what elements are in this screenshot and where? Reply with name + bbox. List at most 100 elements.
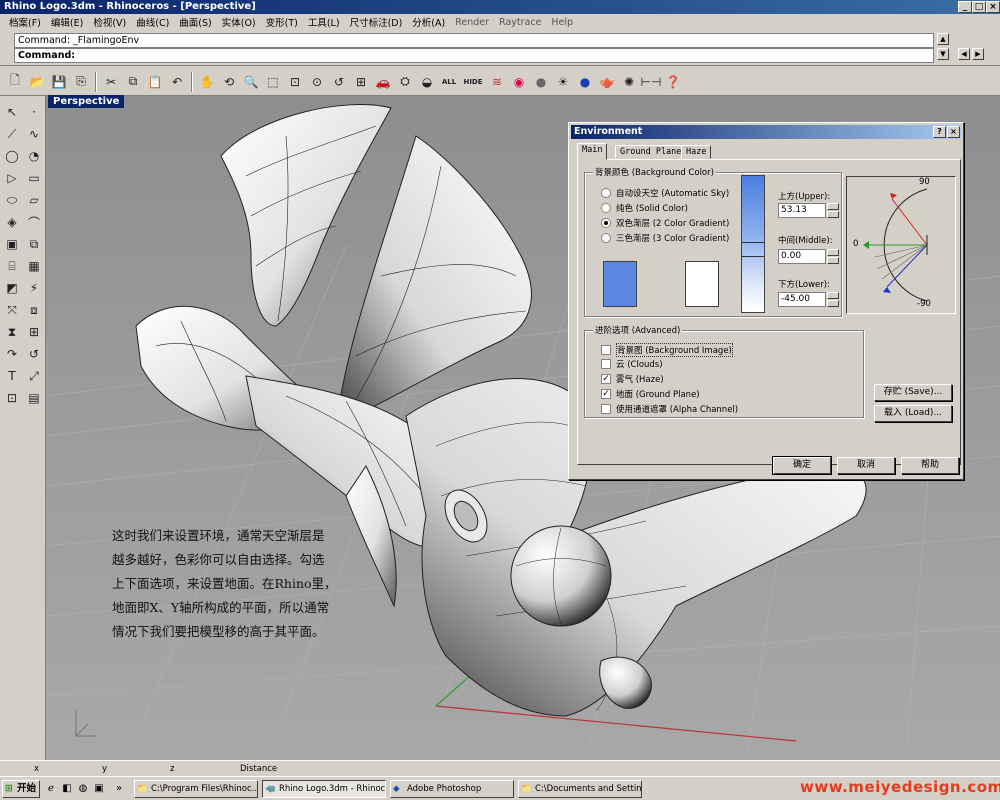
undo-view-icon[interactable]: ↺ (329, 72, 349, 92)
arc-icon[interactable]: ◔ (24, 146, 44, 166)
ie-quicklaunch-icon[interactable]: ℯ (44, 782, 58, 796)
check-clouds[interactable]: 云 (Clouds) (601, 358, 663, 370)
checkbox[interactable]: ✓ (601, 389, 611, 399)
bottom-color-swatch[interactable] (685, 261, 719, 307)
circle-icon[interactable]: ◯ (2, 146, 22, 166)
desktop-quicklaunch-icon[interactable]: ◧ (60, 782, 74, 796)
render-preview-icon[interactable]: ⛭ (395, 72, 415, 92)
menu-edit[interactable]: 编辑(E) (46, 15, 88, 29)
zoom-icon[interactable]: 🔍 (241, 72, 261, 92)
copy-object-icon[interactable]: ⧈ (24, 300, 44, 320)
boolean-icon[interactable]: ⧉ (24, 234, 44, 254)
rectangle-icon[interactable]: ▭ (24, 168, 44, 188)
help-button[interactable]: 帮助 (901, 457, 959, 474)
task-documents[interactable]: 📁 C:\Documents and Settin... (518, 780, 642, 798)
menu-tools[interactable]: 工具(L) (303, 15, 345, 29)
checkbox[interactable] (601, 404, 611, 414)
triangle-icon[interactable]: ▷ (2, 168, 22, 188)
menu-transform[interactable]: 变形(T) (261, 15, 303, 29)
lightning-icon[interactable]: ⚡ (24, 278, 44, 298)
lower-spin-down-icon[interactable] (827, 300, 839, 307)
undo-icon[interactable]: ↶ (167, 72, 187, 92)
fillet-icon[interactable]: ↺ (24, 344, 44, 364)
check-ground-plane[interactable]: ✓ 地面 (Ground Plane) (601, 388, 700, 400)
text-icon[interactable]: T (2, 366, 22, 386)
checkbox[interactable]: ✓ (601, 374, 611, 384)
dimension-icon[interactable]: ⊢⊣ (641, 72, 662, 92)
curve-icon[interactable]: ∿ (24, 124, 44, 144)
car-render-icon[interactable]: 🚗 (373, 72, 393, 92)
material-sphere-icon[interactable]: ● (575, 72, 595, 92)
checkbox[interactable] (601, 359, 611, 369)
cut-icon[interactable]: ✂ (101, 72, 121, 92)
mirror-icon[interactable]: ⧗ (2, 322, 22, 342)
menu-file[interactable]: 档案(F) (4, 15, 46, 29)
paste-icon[interactable]: 📋 (145, 72, 165, 92)
rect-surface-icon[interactable]: ▱ (24, 190, 44, 210)
menu-render[interactable]: Render (450, 17, 494, 28)
menu-dimension[interactable]: 尺寸标注(D) (345, 15, 408, 29)
top-color-swatch[interactable] (603, 261, 637, 307)
tab-ground-plane[interactable]: Ground Plane (615, 145, 687, 159)
upper-angle-input[interactable]: 53.13 (778, 203, 826, 218)
command-input[interactable]: Command: (14, 48, 934, 63)
load-button[interactable]: 载入 (Load)... (874, 405, 952, 422)
middle-spin-up-icon[interactable] (827, 249, 839, 256)
task-photoshop[interactable]: ◆ Adobe Photoshop (390, 780, 514, 798)
tab-main[interactable]: Main (577, 143, 608, 160)
light-icon[interactable]: ☀ (553, 72, 573, 92)
task-rhino[interactable]: 🦏 Rhino Logo.3dm - Rhinoc... (262, 780, 386, 798)
check-alpha-channel[interactable]: 使用通道遮罩 (Alpha Channel) (601, 403, 738, 415)
history-scroll-down-icon[interactable]: ▼ (937, 48, 949, 60)
menu-raytrace[interactable]: Raytrace (494, 17, 546, 28)
open-file-icon[interactable]: 📂 (27, 72, 47, 92)
trim-icon[interactable]: ↷ (2, 344, 22, 364)
zoom-extents-icon[interactable]: ⊡ (285, 72, 305, 92)
radio-2-color-gradient[interactable]: 双色渐层 (2 Color Gradient) (601, 217, 729, 229)
menu-curve[interactable]: 曲线(C) (131, 15, 174, 29)
box-icon[interactable]: ▣ (2, 234, 22, 254)
zoom-window-icon[interactable]: ⬚ (263, 72, 283, 92)
hide-objects-icon[interactable]: HIDE (461, 72, 485, 92)
upper-spin-up-icon[interactable] (827, 203, 839, 210)
dialog-help-button[interactable]: ? (933, 126, 946, 138)
copy-icon[interactable]: ⧉ (123, 72, 143, 92)
radio-solid-color[interactable]: 纯色 (Solid Color) (601, 202, 688, 214)
scale-icon[interactable]: ⤢ (24, 366, 44, 386)
cancel-button[interactable]: 取消 (837, 457, 895, 474)
save-icon[interactable]: 💾 (49, 72, 69, 92)
minimize-button[interactable]: _ (958, 1, 972, 13)
radio-button[interactable] (601, 203, 611, 213)
command-scroll-left-icon[interactable]: ◀ (958, 48, 970, 60)
radio-button[interactable] (601, 188, 611, 198)
more-quicklaunch-icon[interactable]: » (112, 782, 126, 796)
pan-hand-icon[interactable]: ✋ (197, 72, 217, 92)
check-background-image[interactable]: 背景图 (Background Image) (601, 343, 733, 357)
show-all-icon[interactable]: ALL (439, 72, 459, 92)
rotate-view-icon[interactable]: ⟲ (219, 72, 239, 92)
angle-dial[interactable]: 90 0 -90 (846, 176, 956, 314)
explorer-quicklaunch-icon[interactable]: ◍ (76, 782, 90, 796)
menu-help[interactable]: Help (546, 17, 578, 28)
hide-icon[interactable]: ◒ (417, 72, 437, 92)
zoom-selected-icon[interactable]: ⊙ (307, 72, 327, 92)
ellipse-icon[interactable]: ⬭ (2, 190, 22, 210)
import-icon[interactable]: ⎘ (71, 72, 91, 92)
sweep-icon[interactable]: ⌒ (24, 212, 44, 232)
maximize-button[interactable]: □ (972, 1, 986, 13)
middle-spin-down-icon[interactable] (827, 257, 839, 264)
checkbox[interactable] (601, 345, 611, 355)
menu-view[interactable]: 检视(V) (88, 15, 131, 29)
shaded-sphere-icon[interactable]: ● (531, 72, 551, 92)
save-button[interactable]: 存贮 (Save)... (874, 384, 952, 401)
lower-spin-up-icon[interactable] (827, 292, 839, 299)
menu-solid[interactable]: 实体(O) (217, 15, 261, 29)
ok-button[interactable]: 确定 (773, 457, 831, 474)
radio-3-color-gradient[interactable]: 三色渐层 (3 Color Gradient) (601, 232, 729, 244)
media-quicklaunch-icon[interactable]: ▣ (92, 782, 106, 796)
upper-spin-down-icon[interactable] (827, 211, 839, 218)
array-icon[interactable]: ⊞ (24, 322, 44, 342)
polyline-icon[interactable]: ⟋ (2, 124, 22, 144)
four-viewports-icon[interactable]: ⊞ (351, 72, 371, 92)
group-icon[interactable]: ⊡ (2, 388, 22, 408)
